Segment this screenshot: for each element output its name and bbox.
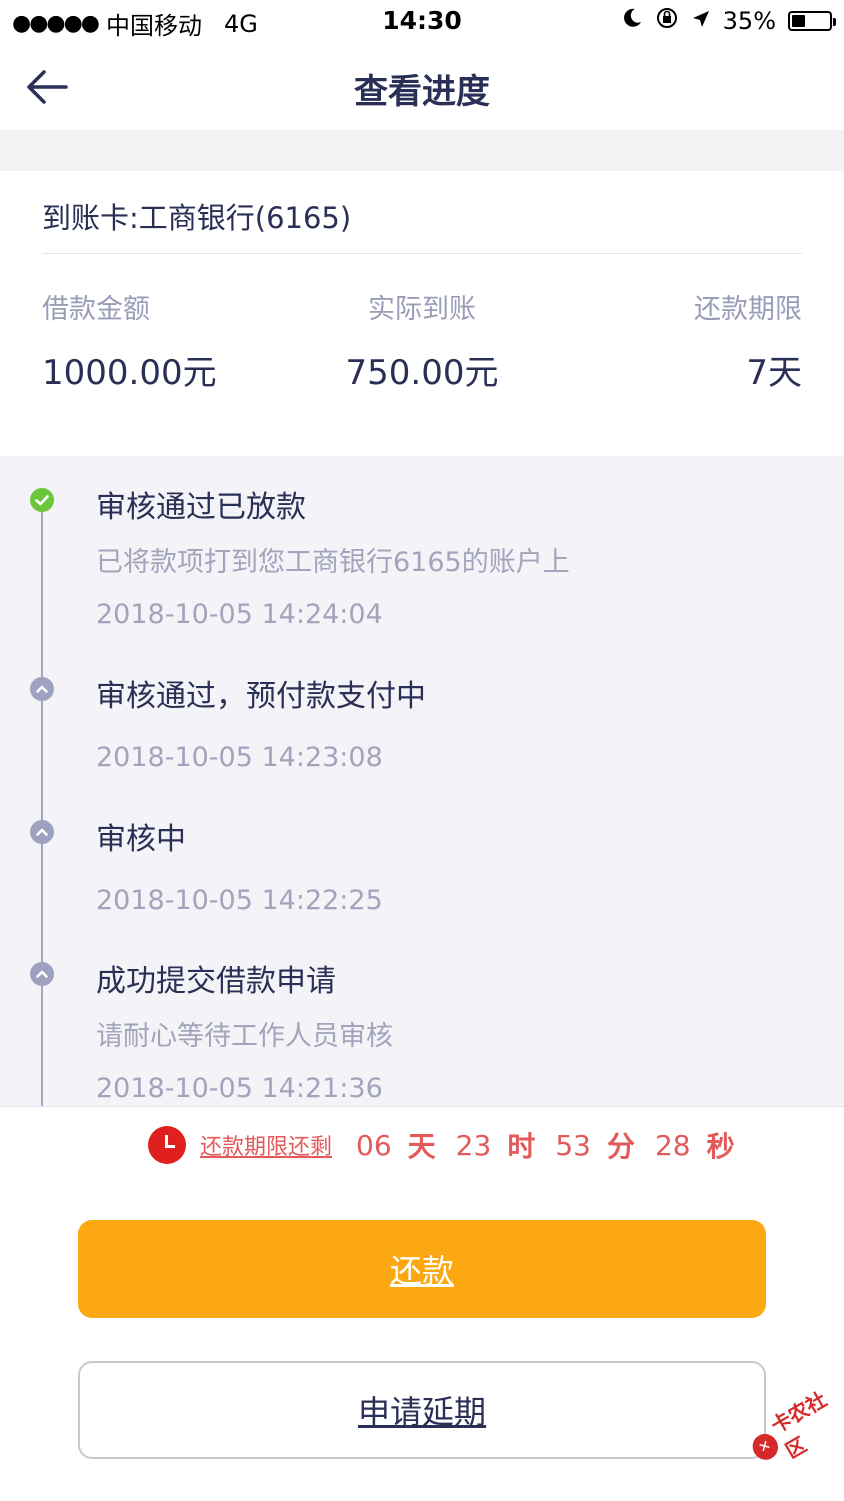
countdown-minutes-unit: 分: [606, 1130, 635, 1163]
actual-received-value: 750.00元: [345, 353, 499, 393]
countdown-hours-unit: 时: [507, 1130, 536, 1163]
section-gap: [0, 130, 844, 171]
step-time: 2018-10-05 14:24:04: [96, 599, 383, 630]
countdown-label[interactable]: 还款期限还剩: [200, 1129, 332, 1161]
step-time: 2018-10-05 14:21:36: [96, 1073, 383, 1104]
step-title: 审核通过已放款: [96, 490, 306, 525]
countdown-days: 06: [356, 1128, 392, 1162]
clock-icon: [148, 1126, 186, 1164]
bottom-panel: 还款期限还剩 06 天 23 时 53 分 28 秒 还款 申请延期: [0, 1106, 844, 1501]
countdown-minutes: 53: [555, 1128, 591, 1162]
step-desc: 已将款项打到您工商银行6165的账户上: [96, 547, 570, 578]
receiving-card: 到账卡:工商银行(6165): [42, 201, 352, 235]
battery-icon: [788, 11, 836, 31]
status-right: 35%: [621, 6, 836, 36]
repay-term-value: 7天: [746, 353, 802, 393]
apply-extension-button[interactable]: 申请延期: [78, 1361, 766, 1459]
status-bar: ●●●●● 中国移动 4G 14:30 35%: [0, 0, 844, 44]
step-title: 审核中: [96, 822, 186, 857]
chevron-up-icon: [30, 962, 54, 986]
moon-icon: [621, 7, 643, 35]
countdown-seconds-unit: 秒: [706, 1130, 735, 1163]
step-time: 2018-10-05 14:23:08: [96, 742, 383, 773]
countdown-seconds: 28: [654, 1128, 691, 1162]
step-desc: 请耐心等待工作人员审核: [96, 1021, 393, 1052]
rotation-lock-icon: [655, 6, 679, 36]
loan-summary: 到账卡:工商银行(6165) 借款金额 实际到账 还款期限 1000.00元 7…: [0, 171, 844, 456]
battery-percent: 35%: [722, 7, 776, 35]
step-title: 审核通过，预付款支付中: [96, 679, 426, 714]
page-title: 查看进度: [354, 72, 490, 112]
countdown-hours: 23: [455, 1128, 492, 1162]
nav-bar: 查看进度: [0, 44, 844, 130]
repay-term-label: 还款期限: [694, 294, 802, 325]
progress-timeline[interactable]: 审核通过已放款 已将款项打到您工商银行6165的账户上 2018-10-05 1…: [0, 456, 844, 1106]
location-icon: [691, 7, 711, 35]
check-icon: [30, 488, 54, 512]
chevron-up-icon: [30, 677, 54, 701]
step-time: 2018-10-05 14:22:25: [96, 885, 383, 916]
repay-button[interactable]: 还款: [78, 1220, 766, 1318]
step-title: 成功提交借款申请: [96, 964, 336, 999]
battery-fill: [792, 15, 805, 27]
timeline-line: [41, 500, 43, 1106]
countdown-days-unit: 天: [407, 1130, 436, 1163]
chevron-up-icon: [30, 820, 54, 844]
repay-countdown: 还款期限还剩 06 天 23 时 53 分 28 秒: [148, 1125, 755, 1165]
divider: [42, 253, 802, 254]
